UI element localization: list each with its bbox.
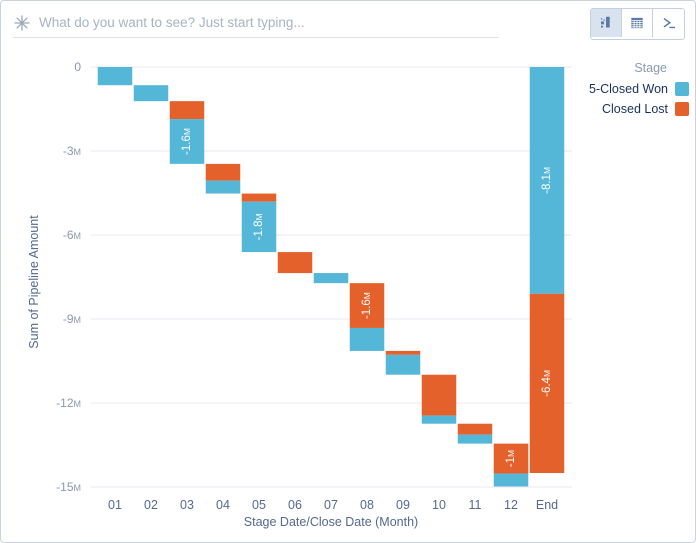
- bar-segment-lost[interactable]: [421, 374, 457, 416]
- y-axis-tick-label: -9M: [63, 312, 81, 326]
- bar-value-label: -1M: [505, 450, 517, 467]
- legend-item-closed-lost[interactable]: Closed Lost: [561, 102, 689, 116]
- legend-item-label: 5-Closed Won: [589, 82, 668, 96]
- bar-segment-lost[interactable]: [385, 350, 421, 355]
- y-axis-tick-label: -15M: [56, 480, 81, 494]
- x-axis-tick-label: 10: [432, 498, 446, 512]
- y-axis-tick-label: 0: [74, 60, 81, 74]
- analytics-window: 0 -3M -6M -9M -12M -15M -1.6M -1.8M -1.6M -1M -8.…: [0, 0, 696, 543]
- legend-title: Stage: [634, 61, 667, 75]
- x-axis-tick-label: 09: [396, 498, 410, 512]
- x-axis-tick-label: 05: [252, 498, 266, 512]
- bar-value-label: -8.1M: [541, 167, 553, 194]
- y-axis-tick-label: -12M: [56, 396, 81, 410]
- chart-view-button[interactable]: [591, 9, 622, 37]
- chart-canvas: 0 -3M -6M -9M -12M -15M -1.6M -1.8M -1.6M -1M -8.…: [1, 45, 695, 542]
- legend-item-closed-won[interactable]: 5-Closed Won: [561, 82, 689, 96]
- console-view-button[interactable]: [653, 9, 684, 37]
- x-axis-tick-label: 04: [216, 498, 230, 512]
- chart-legend: Stage 5-Closed Won Closed Lost: [561, 61, 689, 122]
- legend-swatch-closed-lost: [675, 102, 689, 116]
- bar-value-label: -6.4M: [541, 370, 553, 397]
- x-axis-title: Stage Date/Close Date (Month): [243, 515, 419, 529]
- sparkle-icon: [13, 14, 31, 32]
- x-axis-tick-label: 08: [360, 498, 374, 512]
- bar-segment-won[interactable]: [349, 327, 385, 351]
- bar-segment-won[interactable]: [493, 473, 529, 487]
- y-axis-tick-label: -3M: [63, 144, 81, 158]
- bar-segment-won[interactable]: [313, 273, 349, 284]
- x-axis-tick-label: 07: [324, 498, 338, 512]
- legend-item-label: Closed Lost: [601, 102, 668, 116]
- x-axis-tick-label: 11: [469, 498, 482, 512]
- x-axis-ticks: 01 02 03 04 05 06 07 08 09 10 11 12 End: [108, 498, 558, 512]
- bar-segment-won[interactable]: [457, 434, 493, 444]
- x-axis-tick-label: 06: [288, 498, 302, 512]
- x-axis-tick-label: 03: [180, 498, 194, 512]
- top-toolbar: [1, 1, 695, 45]
- table-view-button[interactable]: [622, 9, 653, 37]
- bar-value-label: -1.6M: [181, 128, 193, 155]
- bar-segment-won[interactable]: [97, 67, 133, 86]
- legend-swatch-closed-won: [675, 82, 689, 96]
- y-axis-ticks: 0 -3M -6M -9M -12M -15M: [56, 60, 81, 494]
- view-mode-toggle-group: [590, 8, 685, 40]
- bar-segment-won[interactable]: [205, 180, 241, 194]
- search-bar[interactable]: [13, 9, 499, 38]
- x-axis-tick-label: 12: [504, 498, 518, 512]
- bar-segment-lost[interactable]: [457, 423, 493, 435]
- bar-value-label: -1.8M: [253, 213, 265, 240]
- bar-segment-won[interactable]: [421, 415, 457, 424]
- x-axis-tick-label: 01: [108, 498, 122, 512]
- bar-segment-won[interactable]: [385, 354, 421, 375]
- bar-value-label: -1.6M: [361, 292, 373, 319]
- bar-segment-lost[interactable]: [169, 101, 205, 120]
- x-axis-tick-label: 02: [144, 498, 158, 512]
- bar-segment-lost[interactable]: [277, 252, 313, 274]
- bars: [97, 67, 565, 487]
- bar-segment-won[interactable]: [133, 85, 169, 102]
- y-axis-tick-label: -6M: [63, 228, 81, 242]
- x-axis-tick-label: End: [536, 498, 558, 512]
- bar-segment-lost[interactable]: [241, 193, 277, 202]
- search-input[interactable]: [39, 13, 479, 33]
- bar-segment-lost[interactable]: [205, 163, 241, 181]
- y-axis-title: Sum of Pipeline Amount: [27, 215, 41, 349]
